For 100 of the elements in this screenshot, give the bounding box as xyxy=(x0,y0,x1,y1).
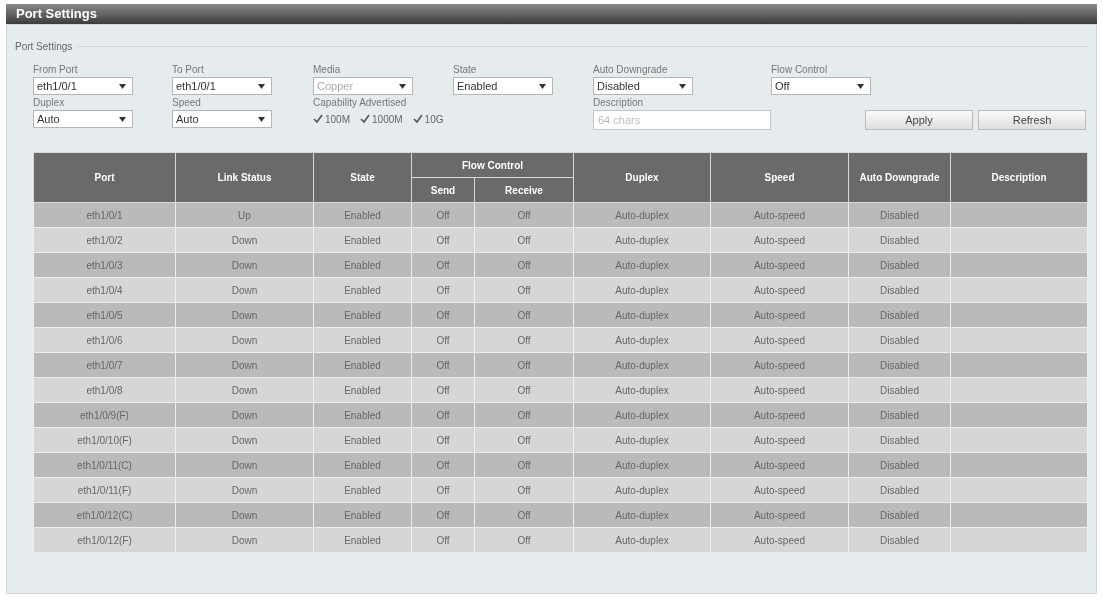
table-cell: eth1/0/4 xyxy=(33,277,176,303)
dropdown[interactable]: eth1/0/1 xyxy=(172,77,272,95)
table-cell: Down xyxy=(175,352,314,378)
table-cell: eth1/0/8 xyxy=(33,377,176,403)
table-cell: Auto-duplex xyxy=(573,427,711,453)
table-cell: Disabled xyxy=(848,252,951,278)
table-cell: Enabled xyxy=(313,302,412,328)
caret-icon xyxy=(399,83,406,89)
caret-icon xyxy=(539,83,546,89)
table-cell: eth1/0/1 xyxy=(33,202,176,228)
table-cell: Disabled xyxy=(848,452,951,478)
table-cell: Down xyxy=(175,477,314,503)
table-cell: Disabled xyxy=(848,352,951,378)
table-cell: Down xyxy=(175,377,314,403)
table-cell: Auto-speed xyxy=(710,527,849,553)
field-label: Flow Control xyxy=(771,64,828,75)
table-cell: Down xyxy=(175,252,314,278)
table-cell: eth1/0/5 xyxy=(33,302,176,328)
table-cell: Auto-duplex xyxy=(573,227,711,253)
table-cell: Off xyxy=(474,202,574,228)
column-header: State xyxy=(313,152,412,203)
table-cell: Disabled xyxy=(848,302,951,328)
checkbox-label: 10G xyxy=(424,113,444,125)
table-cell: Disabled xyxy=(848,427,951,453)
table-cell: Down xyxy=(175,502,314,528)
column-header: Port xyxy=(33,152,176,203)
table-cell: eth1/0/3 xyxy=(33,252,176,278)
table-cell: eth1/0/2 xyxy=(33,227,176,253)
field-label: Auto Downgrade xyxy=(593,64,668,75)
table-cell: Off xyxy=(474,452,574,478)
action-button[interactable]: Refresh xyxy=(978,110,1086,130)
table-cell: Auto-speed xyxy=(710,502,849,528)
dropdown[interactable]: Disabled xyxy=(593,77,693,95)
dropdown[interactable]: Off xyxy=(771,77,871,95)
field-label: State xyxy=(453,64,477,75)
table-cell: Auto-speed xyxy=(710,202,849,228)
table-cell: eth1/0/6 xyxy=(33,327,176,353)
table-cell: Enabled xyxy=(313,277,412,303)
table-cell: Auto-duplex xyxy=(573,302,711,328)
table-cell: Off xyxy=(474,477,574,503)
table-cell: Auto-speed xyxy=(710,452,849,478)
column-header: Flow Control xyxy=(411,152,574,178)
table-cell: Off xyxy=(474,302,574,328)
checkbox-label: 1000M xyxy=(372,113,403,125)
table-cell: Auto-duplex xyxy=(573,327,711,353)
table-cell: Enabled xyxy=(313,477,412,503)
dropdown[interactable]: eth1/0/1 xyxy=(33,77,133,95)
table-cell: Off xyxy=(474,402,574,428)
dropdown[interactable]: Auto xyxy=(172,110,272,128)
field-label: Duplex xyxy=(33,97,65,108)
table-cell: Auto-duplex xyxy=(573,252,711,278)
table-cell: Down xyxy=(175,277,314,303)
column-header: Receive xyxy=(474,177,574,203)
table-cell: Up xyxy=(175,202,314,228)
table-cell: Off xyxy=(474,377,574,403)
table-cell: eth1/0/11(C) xyxy=(33,452,176,478)
table-cell: eth1/0/9(F) xyxy=(33,402,176,428)
table-cell: Auto-duplex xyxy=(573,402,711,428)
dropdown[interactable]: Auto xyxy=(33,110,133,128)
table-cell: eth1/0/10(F) xyxy=(33,427,176,453)
table-cell: Disabled xyxy=(848,502,951,528)
table-cell: Disabled xyxy=(848,202,951,228)
column-header: Speed xyxy=(710,152,849,203)
table-cell: Auto-duplex xyxy=(573,502,711,528)
table-cell: Auto-speed xyxy=(710,252,849,278)
table-cell: Enabled xyxy=(313,252,412,278)
dropdown[interactable]: Enabled xyxy=(453,77,553,95)
table-cell: Auto-duplex xyxy=(573,277,711,303)
table-cell: Enabled xyxy=(313,227,412,253)
table-cell: Disabled xyxy=(848,402,951,428)
table-cell: Enabled xyxy=(313,327,412,353)
column-header: Auto Downgrade xyxy=(848,152,951,203)
caret-icon xyxy=(119,83,126,89)
caret-icon xyxy=(857,83,864,89)
description-field[interactable]: 64 chars xyxy=(593,110,771,130)
table-cell: Auto-speed xyxy=(710,277,849,303)
table-cell: Off xyxy=(474,252,574,278)
table-cell: Auto-duplex xyxy=(573,377,711,403)
checkbox[interactable] xyxy=(412,114,423,124)
caret-icon xyxy=(258,116,265,122)
table-cell: Disabled xyxy=(848,227,951,253)
table-cell: eth1/0/12(C) xyxy=(33,502,176,528)
field-label: Capability Advertised xyxy=(313,97,407,108)
table-cell: Down xyxy=(175,327,314,353)
table-cell: Off xyxy=(474,427,574,453)
table-cell: Auto-speed xyxy=(710,327,849,353)
checkbox[interactable] xyxy=(313,114,323,124)
table-cell: Disabled xyxy=(848,477,951,503)
field-label: To Port xyxy=(172,64,204,75)
table-cell: Enabled xyxy=(313,377,412,403)
column-header: Duplex xyxy=(573,152,711,203)
action-button[interactable]: Apply xyxy=(865,110,973,130)
table-cell: Auto-duplex xyxy=(573,352,711,378)
table-cell: Disabled xyxy=(848,327,951,353)
checkbox[interactable] xyxy=(360,114,370,124)
caret-icon xyxy=(258,83,265,89)
table-cell: Down xyxy=(175,227,314,253)
table-cell: Enabled xyxy=(313,502,412,528)
table-cell: Off xyxy=(474,502,574,528)
table-cell: Disabled xyxy=(848,377,951,403)
